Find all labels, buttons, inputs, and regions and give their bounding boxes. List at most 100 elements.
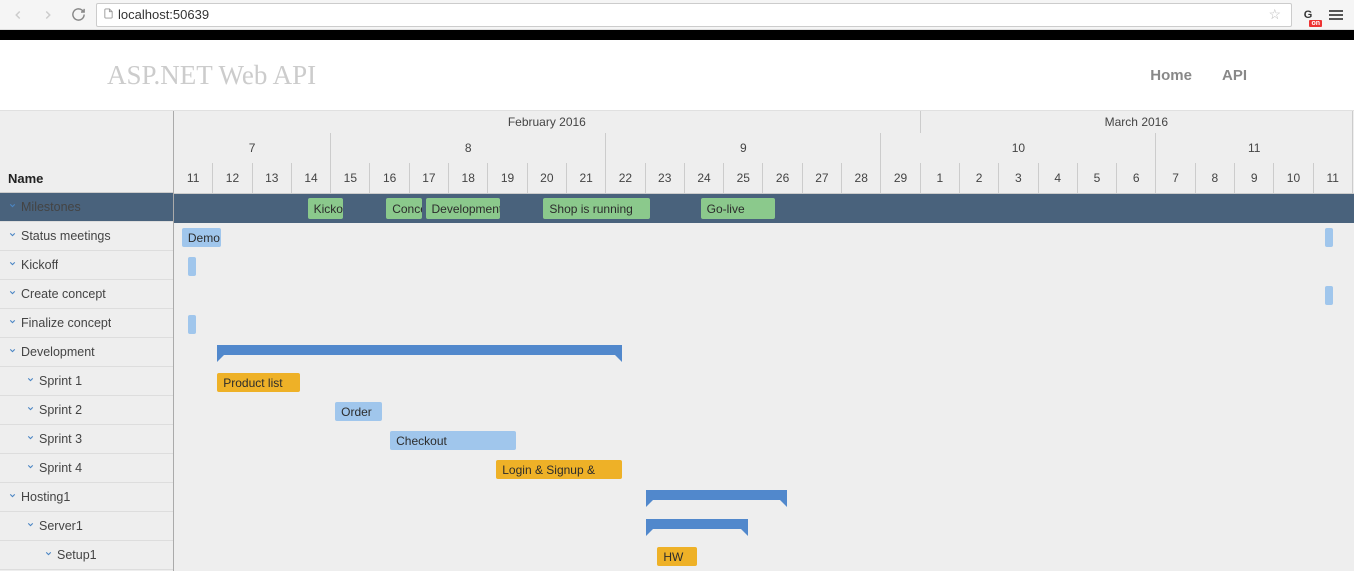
- nav-api[interactable]: API: [1222, 67, 1247, 84]
- row-label[interactable]: Status meetings: [21, 229, 111, 243]
- timeline-cell: March 2016: [921, 111, 1353, 133]
- row-label[interactable]: Hosting1: [21, 490, 70, 504]
- timeline-cell: 12: [213, 163, 252, 193]
- group-bar[interactable]: [646, 519, 748, 529]
- row-label[interactable]: Sprint 3: [39, 432, 82, 446]
- timeline-cell: 9: [1235, 163, 1274, 193]
- expander-icon[interactable]: [8, 491, 17, 503]
- milestone-bar[interactable]: Go-live: [701, 198, 776, 219]
- timeline-cell: 11: [1314, 163, 1353, 193]
- task-bar[interactable]: Login & Signup &: [496, 460, 622, 479]
- extension-icon[interactable]: Gon: [1298, 5, 1318, 25]
- row-label[interactable]: Sprint 1: [39, 374, 82, 388]
- name-column-header: Name: [0, 111, 173, 193]
- task-bar[interactable]: [1325, 286, 1333, 305]
- timeline-row: Product list: [174, 368, 1354, 397]
- task-bar[interactable]: [1325, 228, 1333, 247]
- expander-icon[interactable]: [8, 201, 17, 213]
- timeline-cell: 11: [174, 163, 213, 193]
- milestone-bar[interactable]: Development: [426, 198, 501, 219]
- group-bar[interactable]: [646, 490, 787, 500]
- task-bar[interactable]: Demo: [182, 228, 221, 247]
- timeline-cell: 15: [331, 163, 370, 193]
- expander-icon[interactable]: [26, 520, 35, 532]
- timeline-cell: 28: [842, 163, 881, 193]
- timeline-cell: 18: [449, 163, 488, 193]
- timeline-row: Kickoff ConceptDevelopment Shop is running…: [174, 194, 1354, 223]
- url-bar[interactable]: ☆: [96, 3, 1292, 27]
- timeline-row: [174, 281, 1354, 310]
- timeline-row: Checkout: [174, 426, 1354, 455]
- expander-icon[interactable]: [8, 317, 17, 329]
- forward-button[interactable]: [36, 3, 60, 27]
- timeline-row: HW: [174, 542, 1354, 571]
- timeline-row: Demo: [174, 223, 1354, 252]
- timeline-cell: 6: [1117, 163, 1156, 193]
- gantt-timeline[interactable]: February 2016March 201678910111112131415…: [174, 111, 1354, 571]
- expander-icon[interactable]: [8, 259, 17, 271]
- timeline-cell: 19: [488, 163, 527, 193]
- timeline-cell: 3: [999, 163, 1038, 193]
- row-label[interactable]: Development: [21, 345, 95, 359]
- brand-title: ASP.NET Web API: [107, 60, 316, 91]
- task-bar[interactable]: HW: [657, 547, 696, 566]
- expander-icon[interactable]: [44, 549, 53, 561]
- timeline-cell: 24: [685, 163, 724, 193]
- group-bar[interactable]: [217, 345, 622, 355]
- nav-links: Home API: [1150, 67, 1247, 84]
- task-bar[interactable]: [188, 257, 196, 276]
- nav-home[interactable]: Home: [1150, 67, 1192, 84]
- timeline-cell: 2: [960, 163, 999, 193]
- expander-icon[interactable]: [26, 404, 35, 416]
- timeline-cell: 10: [881, 133, 1156, 163]
- expander-icon[interactable]: [26, 433, 35, 445]
- row-label[interactable]: Setup1: [57, 548, 97, 562]
- timeline-cell: 23: [646, 163, 685, 193]
- expander-icon[interactable]: [26, 462, 35, 474]
- task-bar[interactable]: Order: [335, 402, 382, 421]
- browser-menu-button[interactable]: [1324, 3, 1348, 27]
- row-label[interactable]: Finalize concept: [21, 316, 111, 330]
- task-bar[interactable]: [188, 315, 196, 334]
- task-bar[interactable]: Product list: [217, 373, 300, 392]
- timeline-cell: 27: [803, 163, 842, 193]
- timeline-cell: 11: [1156, 133, 1353, 163]
- timeline-cell: 29: [881, 163, 920, 193]
- timeline-cell: 7: [1156, 163, 1195, 193]
- timeline-cell: 22: [606, 163, 645, 193]
- expander-icon[interactable]: [8, 230, 17, 242]
- expander-icon[interactable]: [8, 288, 17, 300]
- expander-icon[interactable]: [26, 375, 35, 387]
- timeline-cell: 25: [724, 163, 763, 193]
- timeline-header: February 2016March 201678910111112131415…: [174, 111, 1354, 194]
- timeline-cell: February 2016: [174, 111, 921, 133]
- reload-button[interactable]: [66, 3, 90, 27]
- timeline-cell: 26: [763, 163, 802, 193]
- browser-toolbar: ☆ Gon: [0, 0, 1354, 30]
- row-label[interactable]: Sprint 2: [39, 403, 82, 417]
- row-label[interactable]: Kickoff: [21, 258, 58, 272]
- row-label[interactable]: Create concept: [21, 287, 106, 301]
- timeline-row: [174, 310, 1354, 339]
- milestone-bar[interactable]: Kickoff: [308, 198, 343, 219]
- timeline-cell: 13: [253, 163, 292, 193]
- timeline-row: Order: [174, 397, 1354, 426]
- row-label[interactable]: Milestones: [21, 200, 81, 214]
- gantt-chart: Name Milestones Status meetings Kickoff Cre…: [0, 111, 1354, 571]
- back-button[interactable]: [6, 3, 30, 27]
- row-label[interactable]: Server1: [39, 519, 83, 533]
- timeline-cell: 5: [1078, 163, 1117, 193]
- row-label[interactable]: Sprint 4: [39, 461, 82, 475]
- task-bar[interactable]: Checkout: [390, 431, 516, 450]
- expander-icon[interactable]: [8, 346, 17, 358]
- timeline-cell: 4: [1039, 163, 1078, 193]
- timeline-cell: 21: [567, 163, 606, 193]
- tab-strip: [0, 30, 1354, 40]
- bookmark-star-icon[interactable]: ☆: [1264, 6, 1285, 23]
- milestone-bar[interactable]: Shop is running: [543, 198, 649, 219]
- milestone-bar[interactable]: Concept: [386, 198, 421, 219]
- timeline-row: [174, 513, 1354, 542]
- timeline-cell: 10: [1274, 163, 1313, 193]
- url-input[interactable]: [118, 7, 1260, 22]
- timeline-row: [174, 339, 1354, 368]
